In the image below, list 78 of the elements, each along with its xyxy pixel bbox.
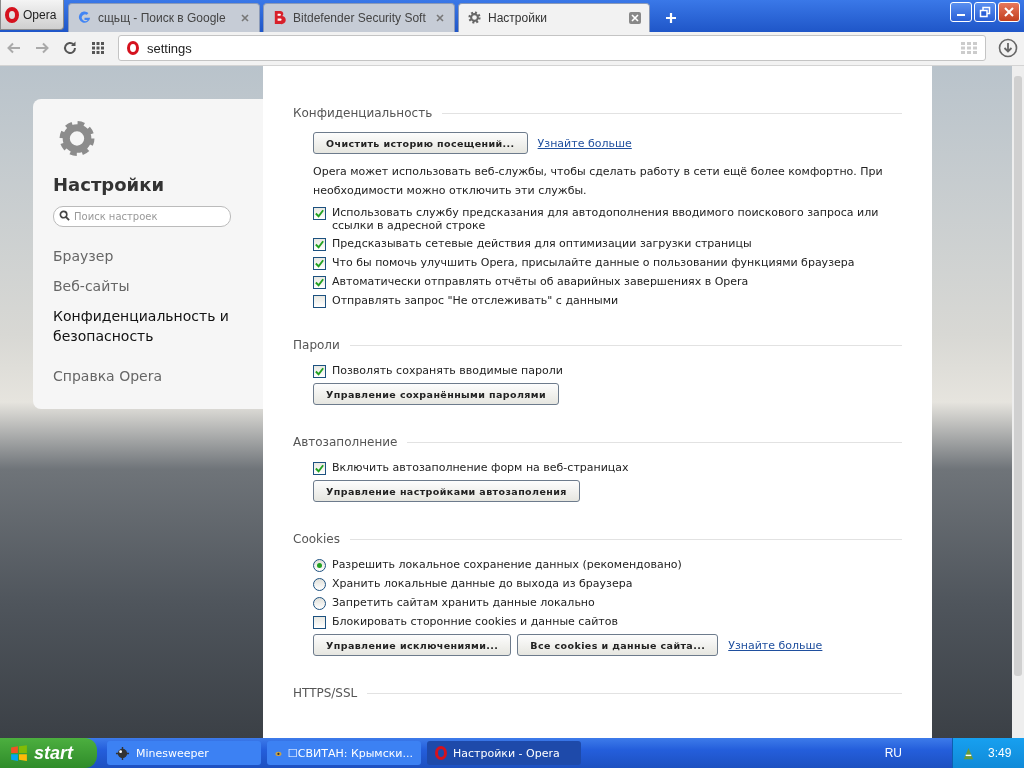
radio-button[interactable] [313,578,326,591]
checkbox-label: Отправлять запрос "Не отслеживать" с данными [332,294,619,307]
opera-menu-button[interactable]: Opera [0,0,64,30]
radio-label: Разрешить локальное сохранение данных (рекомендовано) [332,558,682,571]
checkbox[interactable] [313,295,326,308]
address-field[interactable]: settings [118,35,986,62]
tab-title: Настройки [488,10,548,25]
section-heading: Конфиденциальность [293,106,433,120]
mine-icon [115,745,130,761]
radio-label: Хранить локальные данные до выхода из браузера [332,577,633,590]
clock: 3:49 [988,746,1012,760]
opera-logo-icon [5,6,19,23]
sidebar-item[interactable]: Справка Opera [53,366,162,386]
taskbar-button[interactable]: ☐СВИТАН: Крымски... [267,741,421,765]
search-icon [59,210,70,221]
checkbox-label: Автоматически отправлять отчёты об аварийных завершениях в Opera [332,275,749,288]
windows-flag-icon [10,744,28,762]
close-icon[interactable] [239,11,251,24]
taskbar-button[interactable]: Minesweeper [107,741,261,765]
section-heading: Автозаполнение [293,435,398,449]
sidebar-item[interactable]: Веб-сайты [53,276,130,296]
sidebar-item[interactable]: Браузер [53,246,114,266]
settings-button[interactable]: Управление настройками автозаполения [313,480,580,502]
checkbox-label: Что бы помочь улучшить Opera, присылайте данные о пользовании функциями браузера [332,256,855,269]
taskbar-button[interactable]: Настройки - Opera [427,741,581,765]
restore-icon [979,6,991,18]
minimize-icon [957,14,965,16]
settings-button[interactable]: Управление сохранёнными паролями [313,383,559,405]
checkbox-label: Блокировать сторонние cookies и данные сайтов [332,615,618,628]
restore-button[interactable] [974,2,996,22]
radio-button[interactable] [313,597,326,610]
tab-title: Bitdefender Security Soft [293,10,427,25]
section-heading: Cookies [293,532,340,546]
checkbox-label: Предсказывать сетевые действия для оптимизации загрузки страницы [332,237,752,250]
sidebar-title: Настройки [53,174,164,195]
download-icon[interactable] [998,38,1018,59]
close-icon[interactable] [434,11,446,24]
scrollbar[interactable] [1012,66,1024,738]
plus-icon[interactable] [665,11,677,24]
sidebar-item[interactable]: Конфиденциальность и безопасность [53,306,243,346]
checkbox[interactable] [313,257,326,270]
checkbox-label: Позволять сохранять вводимые пароли [332,364,563,377]
checkbox-label: Включить автозаполнение форм на веб-страницах [332,461,629,474]
close-icon[interactable] [629,11,641,24]
close-icon [1003,6,1015,18]
learn-more-link[interactable]: Узнайте больше [728,638,823,652]
address-text: settings [147,40,193,56]
gear-icon [467,10,482,25]
opera-logo-icon [435,746,447,760]
checkbox-label: Использовать службу предсказания для автодополнения вводимого поискового запроса или ссылки в адресной строке [332,206,880,232]
section-heading: Пароли [293,338,340,352]
checkbox[interactable] [313,276,326,289]
browser-tab[interactable]: Bitdefender Security Soft [263,2,455,32]
description-text: Opera может использовать веб-службы, чтобы сделать работу в сети ещё более комфортно. При необходимости можно отключить эти службы. [313,164,884,199]
grid-icon[interactable] [90,40,106,57]
minimize-button[interactable] [950,2,972,22]
language-indicator[interactable]: RU [884,746,902,760]
google-logo-icon [77,10,92,25]
checkbox[interactable] [313,365,326,378]
settings-button[interactable]: Все cookies и данные сайта... [517,634,719,656]
section-heading: HTTPS/SSL [293,686,358,700]
settings-button[interactable]: Очистить историю посещений... [313,132,528,154]
search-field[interactable]: Поиск настроек [53,206,231,227]
radio-button[interactable] [313,559,326,572]
learn-more-link[interactable]: Узнайте больше [537,136,632,150]
radio-label: Запретить сайтам хранить данные локально [332,596,595,609]
browser-tab[interactable]: Настройки [458,2,650,32]
settings-button[interactable]: Управление исключениями... [313,634,512,656]
reload-icon[interactable] [62,40,78,57]
letter-b-icon [272,10,287,25]
checkbox[interactable] [313,616,326,629]
browser-tab[interactable]: сщьщ - Поиск в Google [68,2,260,32]
checkbox[interactable] [313,207,326,220]
checkbox[interactable] [313,238,326,251]
close-button[interactable] [998,2,1020,22]
checkbox[interactable] [313,462,326,475]
opera-logo-icon [127,41,139,56]
tab-title: сщьщ - Поиск в Google [98,10,227,25]
